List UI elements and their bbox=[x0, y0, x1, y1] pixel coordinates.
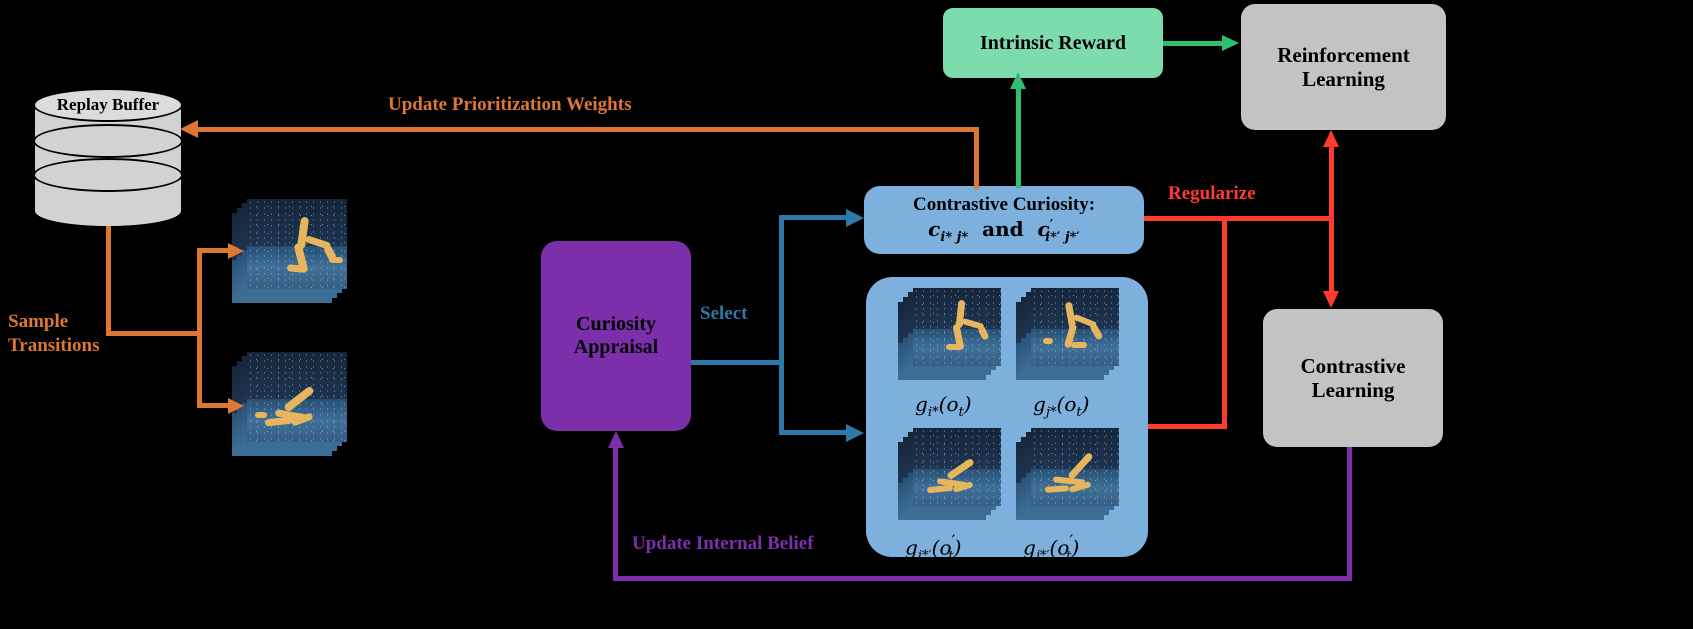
edge-update-prioritization-arrowhead bbox=[180, 120, 198, 138]
edge-select-vertical bbox=[779, 215, 784, 435]
reinforcement-learning-label-line2: Learning bbox=[1302, 67, 1385, 91]
grid-obs-stack-3 bbox=[898, 428, 1002, 520]
edge-update-belief-horizontal bbox=[613, 576, 1352, 581]
edge-intrinsic-reward-vertical bbox=[1016, 88, 1021, 188]
grid-obs-stack-2 bbox=[1016, 288, 1120, 380]
edge-label-sample-transitions-line1: Sample bbox=[8, 311, 69, 332]
edge-regularize-vertical-to-cl bbox=[1329, 216, 1334, 294]
edge-update-belief-arrowhead bbox=[608, 431, 624, 448]
contrastive-curiosity-formula: ci* j* and c′i*′ j*′ bbox=[928, 216, 1080, 245]
edge-update-prioritization-vertical bbox=[974, 127, 979, 189]
edge-select-stem bbox=[691, 360, 783, 365]
edge-label-sample-transitions: Sample Transitions bbox=[8, 310, 100, 358]
edge-label-sample-transitions-line2: Transitions bbox=[8, 334, 100, 356]
edge-update-prioritization-horizontal bbox=[196, 127, 979, 132]
reinforcement-learning-label-line1: Reinforcement bbox=[1277, 42, 1410, 67]
edge-select-to-curiosity bbox=[779, 215, 851, 220]
obs-frame bbox=[913, 288, 1001, 366]
edge-regularize-arrowhead-down bbox=[1323, 291, 1339, 308]
edge-sample-transitions-horizontal bbox=[106, 331, 202, 336]
obs-frame bbox=[247, 352, 347, 442]
edge-select-arrowhead-up bbox=[846, 209, 864, 227]
cylinder-ring-2 bbox=[33, 158, 183, 192]
edge-sample-transitions-stem bbox=[106, 226, 111, 336]
obs-frame bbox=[1031, 288, 1119, 366]
sampled-observation-stack-top bbox=[232, 199, 350, 303]
grid-obs-stack-1 bbox=[898, 288, 1002, 380]
edge-regularize-grid-branch-vertical bbox=[1222, 216, 1227, 429]
contrastive-learning-label-line1: Contrastive bbox=[1300, 353, 1406, 378]
edge-label-update-prioritization-weights: Update Prioritization Weights bbox=[388, 94, 632, 115]
edge-regularize-grid-branch-horizontal bbox=[1148, 424, 1226, 429]
edge-sample-transitions-arrowhead-top bbox=[228, 243, 244, 259]
contrastive-curiosity-title: Contrastive Curiosity: bbox=[912, 194, 1096, 216]
intrinsic-reward-node[interactable]: Intrinsic Reward bbox=[943, 8, 1163, 78]
edge-label-update-internal-belief: Update Internal Belief bbox=[632, 533, 814, 554]
grid-obs-stack-4 bbox=[1016, 428, 1120, 520]
cylinder-ring-1 bbox=[33, 124, 183, 158]
edge-sample-transitions-branch-vertical bbox=[197, 248, 202, 408]
diagram-canvas: Replay Buffer Curiosity Appraisal Contra… bbox=[0, 0, 1693, 629]
reinforcement-learning-node[interactable]: Reinforcement Learning bbox=[1241, 4, 1446, 130]
intrinsic-reward-label: Intrinsic Reward bbox=[979, 31, 1127, 54]
replay-buffer-node: Replay Buffer bbox=[33, 88, 183, 228]
grid-label-4: gj*′(o′t) bbox=[1023, 532, 1080, 564]
curiosity-appraisal-label-line1: Curiosity bbox=[576, 313, 656, 335]
grid-label-1: gi*(ot) bbox=[915, 392, 972, 420]
edge-intrinsic-reward-arrowhead bbox=[1010, 72, 1026, 89]
edge-sample-transitions-arrowhead-bottom bbox=[228, 398, 244, 414]
sampled-observation-stack-bottom bbox=[232, 352, 350, 456]
contrastive-learning-label-line2: Learning bbox=[1311, 378, 1395, 402]
edge-regularize-vertical-to-rl bbox=[1329, 146, 1334, 219]
edge-reward-to-rl-horizontal bbox=[1163, 41, 1225, 46]
edge-select-to-grid bbox=[779, 430, 851, 435]
obs-frame bbox=[1031, 428, 1119, 506]
edge-label-select: Select bbox=[700, 303, 748, 324]
edge-regularize-horizontal-top bbox=[1144, 216, 1332, 221]
grid-label-2: gj*(ot) bbox=[1033, 392, 1090, 420]
contrastive-learning-node[interactable]: Contrastive Learning bbox=[1263, 309, 1443, 447]
contrastive-curiosity-node[interactable]: Contrastive Curiosity: ci* j* and c′i*′ … bbox=[864, 186, 1144, 254]
curiosity-appraisal-node[interactable]: Curiosity Appraisal bbox=[541, 241, 691, 431]
obs-frame bbox=[247, 199, 347, 289]
edge-update-belief-vertical-right bbox=[1347, 447, 1352, 580]
edge-regularize-arrowhead-up bbox=[1323, 130, 1339, 147]
edge-label-regularize: Regularize bbox=[1168, 183, 1256, 204]
grid-label-3: gi*′(o′t) bbox=[905, 532, 962, 564]
obs-frame bbox=[913, 428, 1001, 506]
edge-update-belief-vertical-left bbox=[613, 448, 618, 580]
edge-select-arrowhead-down bbox=[846, 424, 864, 442]
edge-reward-to-rl-arrowhead bbox=[1222, 35, 1239, 51]
curiosity-appraisal-label-line2: Appraisal bbox=[573, 336, 659, 358]
replay-buffer-label: Replay Buffer bbox=[56, 95, 160, 114]
